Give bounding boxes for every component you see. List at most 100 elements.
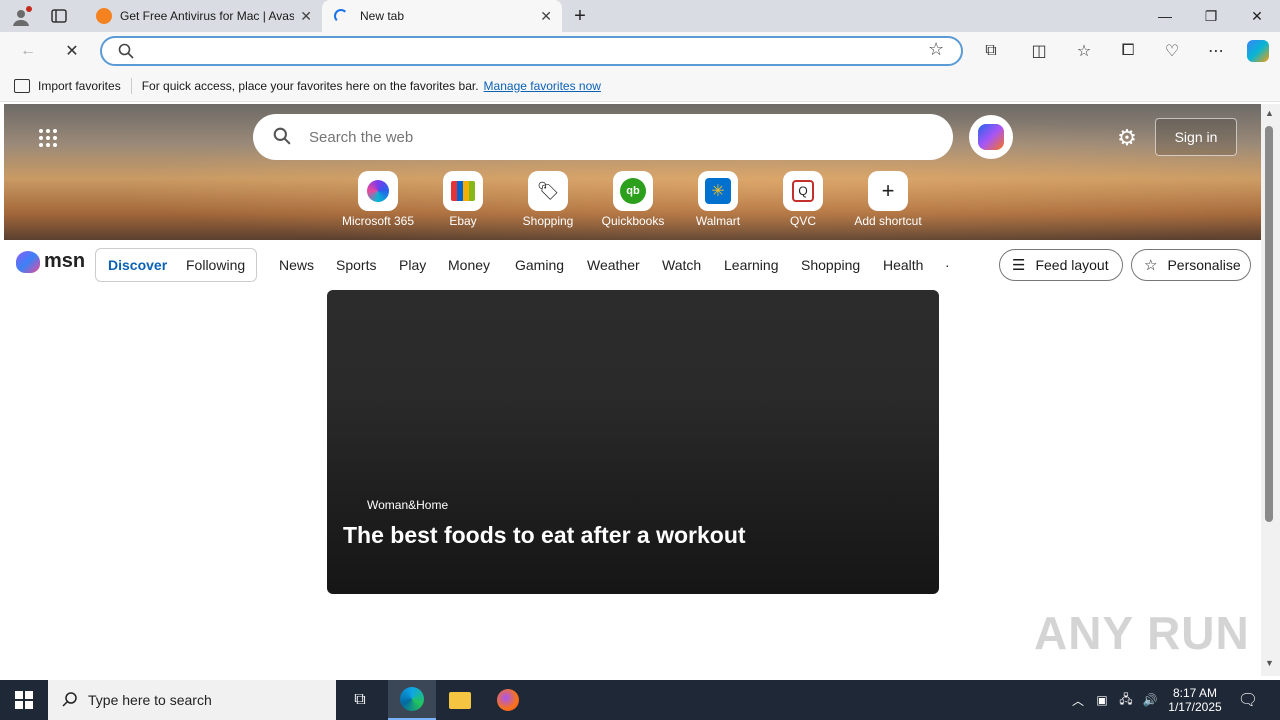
search-icon (273, 127, 291, 148)
sign-in-button[interactable]: Sign in (1155, 118, 1237, 156)
shortcut-microsoft-365[interactable]: Microsoft 365 (333, 171, 423, 228)
article-source: Woman&Home (367, 498, 449, 512)
nav-learning[interactable]: Learning (724, 257, 779, 273)
tray-volume-icon[interactable]: 🔊 (1140, 680, 1160, 720)
scroll-thumb[interactable] (1265, 126, 1273, 522)
clock[interactable]: 8:17 AM 1/17/2025 (1164, 680, 1226, 720)
nav-sports[interactable]: Sports (336, 257, 376, 273)
import-favorites-button[interactable]: Import favorites (38, 79, 121, 93)
split-screen-button[interactable]: ◫ (1025, 37, 1053, 65)
restore-button[interactable]: ❐ (1188, 0, 1234, 32)
shortcut-quickbooks[interactable]: qb Quickbooks (588, 171, 678, 228)
walmart-icon: ✳ (698, 171, 738, 211)
tab-following[interactable]: Following (186, 257, 245, 273)
close-tab-icon[interactable]: ✕ (540, 8, 552, 25)
hero-background: ⚙ Sign in Microsoft 365 Ebay 🏷 Shopping … (4, 104, 1261, 240)
search-icon (62, 691, 78, 710)
shortcut-qvc[interactable]: Q QVC (758, 171, 848, 228)
msn-logo[interactable]: msn (16, 250, 85, 273)
extensions-button[interactable]: ⧉ (977, 37, 1005, 65)
profile-icon[interactable] (10, 6, 32, 28)
clock-date: 1/17/2025 (1168, 700, 1222, 714)
taskbar-file-explorer[interactable] (436, 680, 484, 720)
favorite-star-icon[interactable]: ☆ (928, 39, 944, 60)
nav-news[interactable]: News (279, 257, 314, 273)
new-tab-button[interactable]: + (568, 4, 592, 28)
collections-button[interactable]: ⧠ (1114, 37, 1142, 65)
shortcut-walmart[interactable]: ✳ Walmart (673, 171, 763, 228)
microsoft-365-icon (358, 171, 398, 211)
web-search-box[interactable] (253, 114, 953, 160)
app-launcher-icon[interactable] (38, 128, 58, 148)
scroll-up-icon[interactable]: ▲ (1265, 108, 1274, 118)
tray-network-icon[interactable]: 🖧 (1116, 680, 1136, 720)
tab-discover[interactable]: Discover (108, 257, 167, 273)
nav-gaming[interactable]: Gaming (515, 257, 564, 273)
hero-article-card[interactable]: Woman&Home The best foods to eat after a… (327, 290, 939, 594)
avast-favicon-icon (96, 8, 112, 24)
collections-icon: ⧠ (1121, 42, 1135, 59)
new-tab-page: ⚙ Sign in Microsoft 365 Ebay 🏷 Shopping … (4, 104, 1261, 676)
personalise-label: Personalise (1167, 257, 1241, 273)
copilot-button[interactable] (1244, 37, 1272, 65)
nav-watch[interactable]: Watch (662, 257, 701, 273)
manage-favorites-link[interactable]: Manage favorites now (484, 79, 601, 93)
qvc-icon: Q (783, 171, 823, 211)
scroll-down-icon[interactable]: ▼ (1265, 658, 1274, 668)
anyrun-watermark: ANY RUN (1034, 606, 1250, 660)
tab-strip: Get Free Antivirus for Mac | Avast ✕ New… (0, 0, 1280, 32)
minimize-button[interactable]: — (1142, 0, 1188, 32)
favorites-button[interactable]: ☆ (1070, 37, 1098, 65)
taskbar-search[interactable]: Type here to search (48, 680, 336, 720)
search-icon (118, 43, 134, 62)
personalise-button[interactable]: ☆ Personalise (1131, 249, 1251, 281)
tab-actions-icon[interactable] (50, 8, 68, 24)
task-view-icon: ⧉ (354, 691, 366, 708)
article-headline[interactable]: The best foods to eat after a workout (343, 522, 746, 549)
taskbar-search-placeholder: Type here to search (88, 692, 212, 708)
web-search-input[interactable] (309, 128, 909, 146)
favorites-hint: For quick access, place your favorites h… (141, 78, 479, 93)
nav-weather[interactable]: Weather (587, 257, 640, 273)
task-view-button[interactable]: ⧉ (340, 680, 380, 720)
shortcut-add[interactable]: + Add shortcut (843, 171, 933, 228)
feed-layout-button[interactable]: ☰ Feed layout (999, 249, 1123, 281)
nav-health[interactable]: Health (883, 257, 923, 273)
stop-button[interactable]: ✕ (58, 37, 86, 65)
tab-label: Get Free Antivirus for Mac | Avast (120, 9, 295, 23)
copilot-button[interactable] (969, 115, 1013, 159)
show-hidden-icons-button[interactable]: ︿ (1068, 680, 1088, 720)
shortcut-label: Quickbooks (601, 214, 665, 228)
shortcut-ebay[interactable]: Ebay (418, 171, 508, 228)
favorites-bar: Import favorites For quick access, place… (0, 70, 1280, 102)
more-icon: ⋯ (1208, 43, 1224, 60)
tray-device-icon[interactable]: ▣ (1092, 680, 1112, 720)
address-input[interactable] (142, 41, 922, 61)
windows-taskbar: Type here to search ⧉ ︿ ▣ 🖧 🔊 8:17 AM 1/… (0, 680, 1280, 720)
tab-avast[interactable]: Get Free Antivirus for Mac | Avast ✕ (86, 0, 322, 32)
close-window-button[interactable]: ✕ (1234, 0, 1280, 32)
heart-pulse-icon: ♡ (1164, 43, 1180, 60)
close-icon: ✕ (1251, 7, 1263, 24)
taskbar-firefox[interactable] (484, 680, 532, 720)
nav-play[interactable]: Play (399, 257, 426, 273)
start-button[interactable] (0, 680, 48, 720)
settings-button[interactable]: ⚙ (1115, 126, 1139, 150)
folder-icon (449, 691, 471, 709)
back-button[interactable]: ← (14, 37, 42, 65)
page-scrollbar[interactable]: ▲ ▼ (1261, 104, 1280, 676)
nav-money[interactable]: Money (448, 257, 490, 273)
back-arrow-icon: ← (20, 42, 36, 59)
import-icon (14, 78, 30, 93)
address-bar[interactable]: ☆ (100, 36, 963, 66)
settings-more-button[interactable]: ⋯ (1202, 37, 1230, 65)
notifications-button[interactable]: 🗨 (1234, 680, 1262, 720)
nav-shopping[interactable]: Shopping (801, 257, 860, 273)
taskbar-edge[interactable] (388, 680, 436, 720)
close-tab-icon[interactable]: ✕ (300, 8, 312, 25)
sliders-icon: ☰ (1012, 257, 1026, 274)
shortcut-shopping[interactable]: 🏷 Shopping (503, 171, 593, 228)
tab-new-tab[interactable]: New tab ✕ (322, 0, 562, 32)
browser-essentials-button[interactable]: ♡ (1158, 37, 1186, 65)
sparkle-star-icon: ☆ (1144, 257, 1158, 274)
